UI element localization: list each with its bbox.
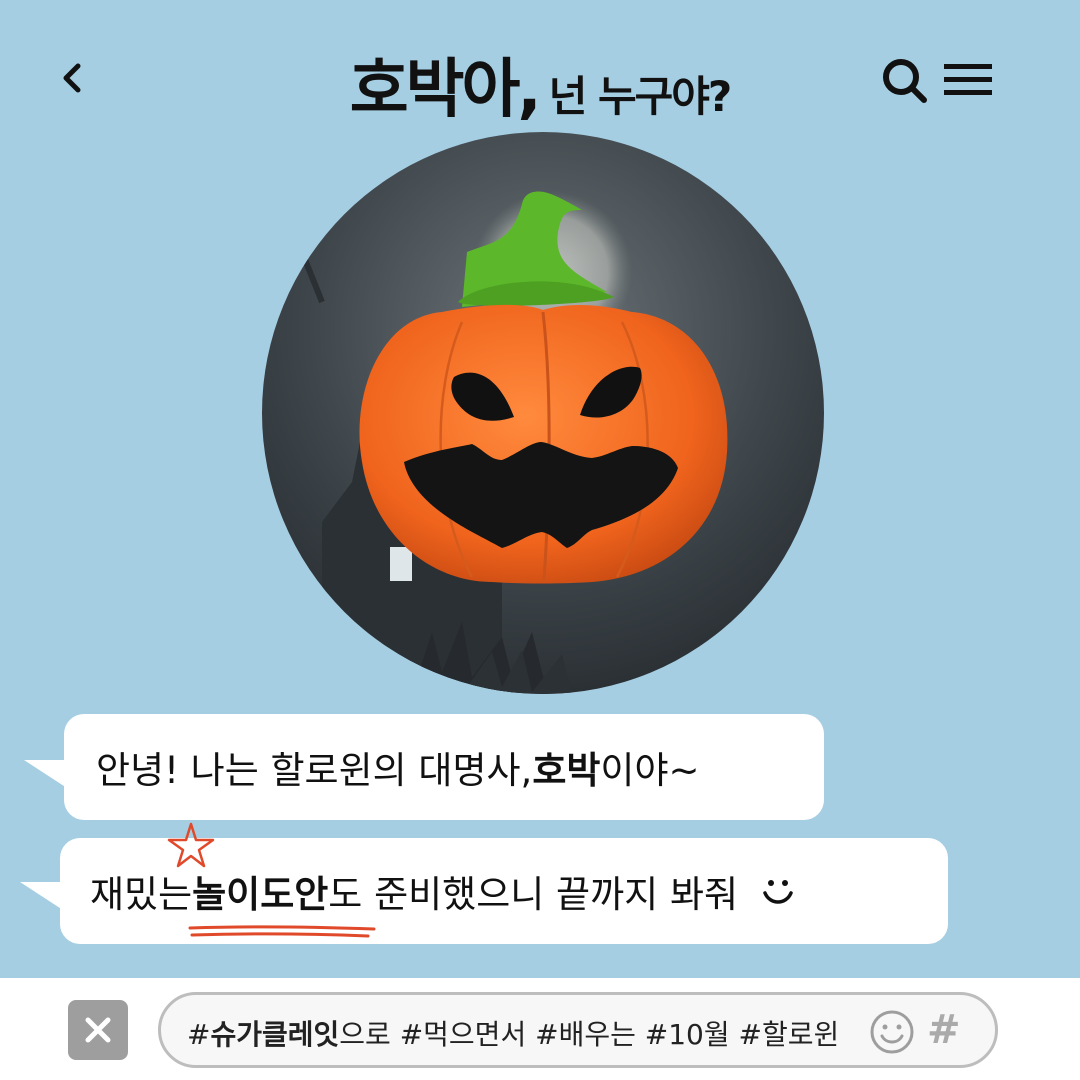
- smiley-icon: [870, 1010, 914, 1054]
- highlight-wrapper: 놀이도안: [167, 822, 376, 938]
- hashtag-input[interactable]: #슈가클레잇으로 #먹으면서 #배우는 #10월 #할로윈 #: [158, 992, 998, 1068]
- hashtag-button[interactable]: #: [927, 1005, 967, 1055]
- close-button[interactable]: [68, 1000, 128, 1060]
- smile-face-icon: [763, 880, 793, 904]
- message-highlight: 놀이도안: [192, 873, 329, 916]
- screen: 호박아, 넌 누구야? 안녕! 나는 할로윈의 대명사, 호박 이야~ 재밌는 …: [0, 0, 1080, 1080]
- menu-button[interactable]: [942, 58, 994, 102]
- underline-doodle: [188, 925, 376, 938]
- back-button[interactable]: [48, 50, 96, 106]
- message-text: 재밌는: [90, 873, 193, 916]
- message-text: 이야~: [600, 749, 700, 792]
- hamburger-menu-icon: [944, 64, 992, 95]
- hash-prefix: #: [187, 1018, 211, 1051]
- title-sub: 넌 누구야?: [548, 72, 733, 121]
- star-doodle-icon: [167, 822, 215, 868]
- message-text: 도 준비했으니 끝까지 봐줘: [328, 873, 739, 916]
- chevron-left-icon: [63, 63, 81, 93]
- hashtag-bold: 슈가클레잇: [210, 1018, 340, 1051]
- pumpkin-image: [262, 132, 824, 694]
- close-icon: [85, 1017, 111, 1043]
- message-text: 안녕! 나는 할로윈의 대명사,: [96, 749, 533, 792]
- chat-bubble-activity: 재밌는 놀이도안 도 준비했으니 끝까지 봐줘: [60, 822, 948, 944]
- window-glow: [390, 547, 412, 581]
- hashtag-rest: 으로 #먹으면서 #배우는 #10월 #할로윈: [339, 1018, 840, 1051]
- title-main: 호박아,: [349, 53, 542, 127]
- input-value: #슈가클레잇으로 #먹으면서 #배우는 #10월 #할로윈: [187, 1013, 839, 1053]
- emoji-button[interactable]: [869, 1009, 915, 1055]
- search-icon: [883, 59, 927, 103]
- input-bar: #슈가클레잇으로 #먹으면서 #배우는 #10월 #할로윈 #: [0, 978, 1080, 1080]
- page-title: 호박아, 넌 누구야?: [230, 38, 850, 130]
- avatar: [262, 132, 824, 694]
- chat-bubble-greeting: 안녕! 나는 할로윈의 대명사, 호박 이야~: [64, 714, 824, 820]
- message-highlight: 호박: [532, 749, 601, 792]
- search-button[interactable]: [880, 56, 930, 106]
